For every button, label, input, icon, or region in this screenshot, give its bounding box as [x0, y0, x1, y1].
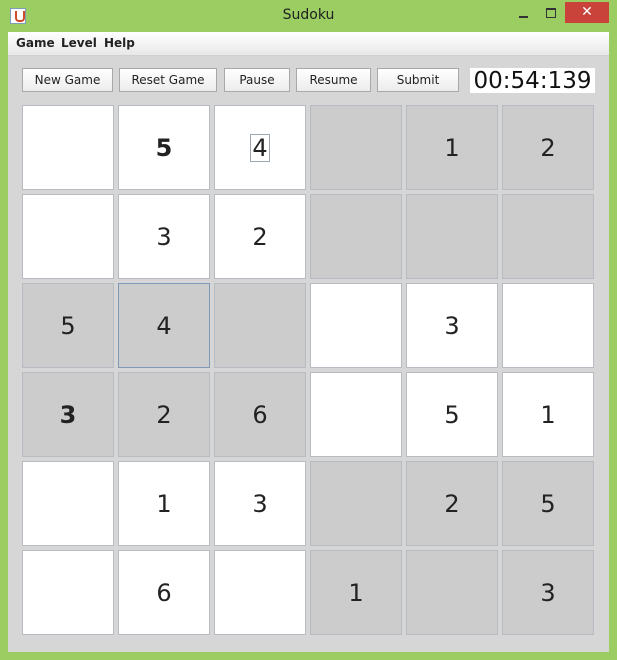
- cell-r3c3[interactable]: [214, 283, 306, 368]
- cell-r2c1[interactable]: [22, 194, 114, 279]
- reset-game-button[interactable]: Reset Game: [119, 68, 217, 92]
- menu-help[interactable]: Help: [104, 36, 135, 50]
- cell-r6c1[interactable]: [22, 550, 114, 635]
- cell-r5c2[interactable]: 1: [118, 461, 210, 546]
- cell-r5c1[interactable]: [22, 461, 114, 546]
- sudoku-board: 5 4 1 2 3 2 5 4 3 3 2 6 5 1 1 3 2 5 6 1 …: [22, 105, 596, 638]
- cell-r1c1[interactable]: [22, 105, 114, 190]
- cell-r2c4[interactable]: [310, 194, 402, 279]
- pause-button[interactable]: Pause: [224, 68, 290, 92]
- menu-level[interactable]: Level: [61, 36, 97, 50]
- cell-r6c2[interactable]: 6: [118, 550, 210, 635]
- cell-r1c5[interactable]: 1: [406, 105, 498, 190]
- cell-r4c1[interactable]: 3: [22, 372, 114, 457]
- minimize-button[interactable]: [510, 2, 536, 23]
- cell-r6c6[interactable]: 3: [502, 550, 594, 635]
- cell-r2c5[interactable]: [406, 194, 498, 279]
- cell-r5c5[interactable]: 2: [406, 461, 498, 546]
- cell-r4c6[interactable]: 1: [502, 372, 594, 457]
- cell-r5c3[interactable]: 3: [214, 461, 306, 546]
- cell-r3c1[interactable]: 5: [22, 283, 114, 368]
- cell-r3c5[interactable]: 3: [406, 283, 498, 368]
- cell-r6c5[interactable]: [406, 550, 498, 635]
- cell-r4c5[interactable]: 5: [406, 372, 498, 457]
- cell-r2c3[interactable]: 2: [214, 194, 306, 279]
- cell-r4c4[interactable]: [310, 372, 402, 457]
- cell-r1c6[interactable]: 2: [502, 105, 594, 190]
- timer-display: 00:54:139: [470, 68, 595, 94]
- cell-r5c6[interactable]: 5: [502, 461, 594, 546]
- maximize-button[interactable]: [538, 2, 564, 23]
- sudoku-window: Sudoku ✕ Game Level Help New Game Reset …: [0, 0, 617, 660]
- cell-r1c3[interactable]: 4: [214, 105, 306, 190]
- resume-button[interactable]: Resume: [296, 68, 371, 92]
- close-button[interactable]: ✕: [565, 2, 609, 23]
- cell-r2c6[interactable]: [502, 194, 594, 279]
- cell-r3c6[interactable]: [502, 283, 594, 368]
- cell-r1c4[interactable]: [310, 105, 402, 190]
- cell-r3c4[interactable]: [310, 283, 402, 368]
- close-icon: ✕: [581, 4, 593, 20]
- cell-r6c4[interactable]: 1: [310, 550, 402, 635]
- cell-r2c2[interactable]: 3: [118, 194, 210, 279]
- cell-r4c2[interactable]: 2: [118, 372, 210, 457]
- cell-r1c3-input[interactable]: 4: [250, 134, 270, 162]
- cell-r1c2[interactable]: 5: [118, 105, 210, 190]
- client-area: Game Level Help New Game Reset Game Paus…: [8, 32, 609, 652]
- title-bar[interactable]: Sudoku ✕: [0, 0, 617, 32]
- menu-bar: Game Level Help: [8, 32, 609, 56]
- cell-r3c2[interactable]: 4: [118, 283, 210, 368]
- cell-r4c3[interactable]: 6: [214, 372, 306, 457]
- submit-button[interactable]: Submit: [377, 68, 459, 92]
- menu-game[interactable]: Game: [16, 36, 55, 50]
- new-game-button[interactable]: New Game: [22, 68, 113, 92]
- cell-r5c4[interactable]: [310, 461, 402, 546]
- cell-r6c3[interactable]: [214, 550, 306, 635]
